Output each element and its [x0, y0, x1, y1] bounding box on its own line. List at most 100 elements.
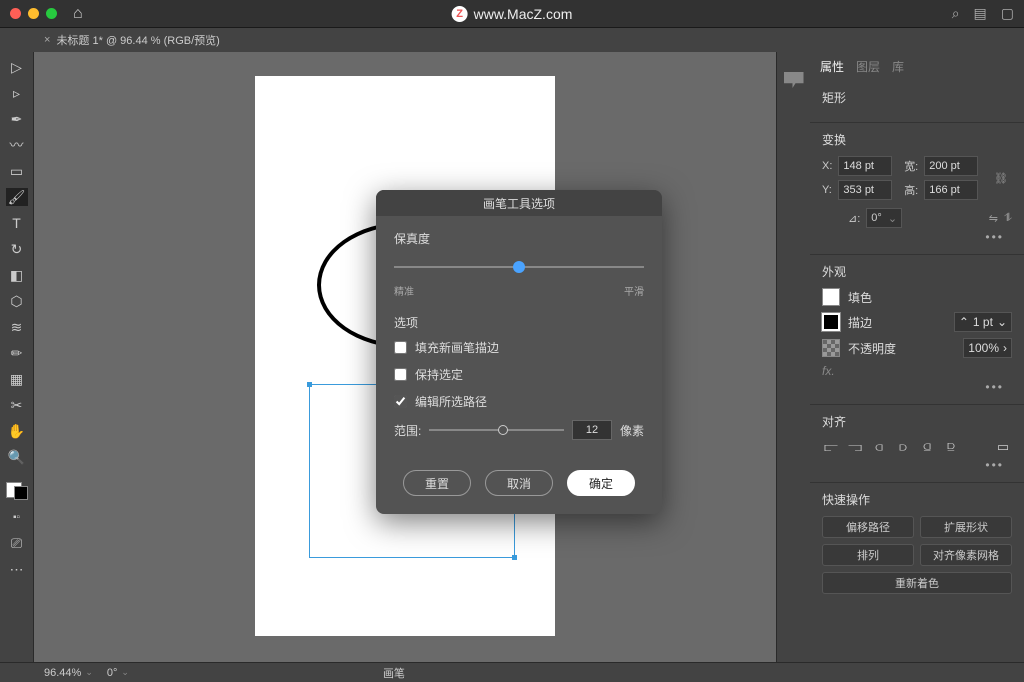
opacity-label: 不透明度	[848, 340, 896, 357]
search-icon[interactable]: ⌕	[952, 5, 960, 22]
qa-offset-path[interactable]: 偏移路径	[822, 516, 914, 538]
h-input[interactable]	[924, 180, 978, 200]
home-icon[interactable]: ⌂	[73, 5, 83, 23]
quick-actions-title: 快速操作	[822, 491, 1012, 508]
x-input[interactable]	[838, 156, 892, 176]
cancel-button[interactable]: 取消	[485, 470, 553, 496]
qa-align-pixel[interactable]: 对齐像素网格	[920, 544, 1012, 566]
stroke-label: 描边	[848, 314, 872, 331]
maximize-window[interactable]	[46, 8, 57, 19]
paintbrush-tool[interactable]: 🖌	[6, 188, 28, 206]
y-input[interactable]	[838, 180, 892, 200]
fidelity-slider[interactable]	[394, 255, 644, 279]
width-tool[interactable]: ≋	[6, 318, 28, 336]
qa-recolor[interactable]: 重新着色	[822, 572, 1012, 594]
shape-type-label: 矩形	[822, 89, 1012, 106]
link-wh-icon[interactable]: ⛓	[990, 172, 1012, 185]
opacity-select[interactable]: 100% ›	[963, 338, 1012, 358]
panel-tabs: 属性 图层 库	[810, 52, 1024, 81]
align-bottom-icon[interactable]: ⫒	[942, 438, 960, 456]
flip-h-icon[interactable]: ⇋	[989, 212, 998, 225]
opt-fill-new-strokes[interactable]: 填充新画笔描边	[394, 339, 644, 356]
reset-button[interactable]: 重置	[403, 470, 471, 496]
direct-selection-tool[interactable]: ▹	[6, 84, 28, 102]
tab-layers[interactable]: 图层	[856, 58, 880, 75]
angle-select[interactable]: 0° ⌄	[866, 208, 902, 228]
transform-title: 变换	[822, 131, 1012, 148]
align-title: 对齐	[822, 413, 1012, 430]
opt-keep-selected[interactable]: 保持选定	[394, 366, 644, 383]
close-window[interactable]	[10, 8, 21, 19]
align-left-icon[interactable]: ⫍	[822, 438, 840, 456]
range-input[interactable]	[572, 420, 612, 440]
appearance-title: 外观	[822, 263, 1012, 280]
status-tool-label: 画笔	[383, 665, 405, 681]
arrange-icon[interactable]: ▤	[974, 5, 987, 22]
brush-options-dialog: 画笔工具选项 保真度 精准 平滑 选项 填充新画笔描边 保持选定 编辑所选路径 …	[376, 190, 662, 514]
angle-label: ⊿:	[848, 212, 860, 225]
hand-tool[interactable]: ✋	[6, 422, 28, 440]
options-label: 选项	[394, 314, 644, 331]
zoom-tool[interactable]: 🔍	[6, 448, 28, 466]
gradient-tool[interactable]: ▦	[6, 370, 28, 388]
align-to-icon[interactable]: ▭	[994, 438, 1012, 456]
opacity-swatch[interactable]	[822, 339, 840, 357]
qa-expand-shape[interactable]: 扩展形状	[920, 516, 1012, 538]
align-top-icon[interactable]: ⫐	[894, 438, 912, 456]
more-transform-icon[interactable]: •••	[822, 228, 1012, 246]
range-unit: 像素	[620, 422, 644, 439]
macz-logo: Z	[452, 6, 468, 22]
fidelity-left-label: 精准	[394, 283, 414, 298]
range-slider[interactable]	[429, 429, 564, 431]
y-label: Y:	[822, 184, 832, 196]
fill-label: 填色	[848, 289, 872, 306]
qa-arrange[interactable]: 排列	[822, 544, 914, 566]
fidelity-right-label: 平滑	[624, 283, 644, 298]
tab-close-icon[interactable]: ×	[44, 34, 50, 46]
pen-tool[interactable]: ✒	[6, 110, 28, 128]
scissors-tool[interactable]: ✂	[6, 396, 28, 414]
minimize-window[interactable]	[28, 8, 39, 19]
h-label: 高:	[904, 182, 918, 198]
fill-swatch[interactable]	[822, 288, 840, 306]
document-tab[interactable]: 未标题 1* @ 96.44 % (RGB/预览)	[56, 32, 219, 48]
align-right-icon[interactable]: ⫏	[870, 438, 888, 456]
flip-v-icon[interactable]: ⥮	[1004, 212, 1012, 225]
more-align-icon[interactable]: •••	[822, 456, 1012, 474]
zoom-level[interactable]: 96.44%⌄	[44, 667, 93, 679]
eyedropper-tool[interactable]: ✏	[6, 344, 28, 362]
align-hcenter-icon[interactable]: ⫎	[846, 438, 864, 456]
range-label: 范围:	[394, 422, 421, 439]
title-url: Z www.MacZ.com	[452, 6, 573, 22]
screen-mode-icon[interactable]: ⎚	[6, 534, 28, 552]
more-appearance-icon[interactable]: •••	[822, 378, 1012, 396]
ok-button[interactable]: 确定	[567, 470, 635, 496]
stroke-weight-select[interactable]: ⌃ 1 pt ⌄	[954, 312, 1012, 332]
w-label: 宽:	[904, 158, 918, 174]
eraser-tool[interactable]: ◧	[6, 266, 28, 284]
collapsed-panel-dock[interactable]	[776, 52, 810, 662]
tab-properties[interactable]: 属性	[820, 58, 844, 75]
workspace-icon[interactable]: ▢	[1001, 5, 1014, 22]
fidelity-label: 保真度	[394, 230, 644, 247]
rotation-angle[interactable]: 0°⌄	[107, 667, 129, 679]
color-mode-icon[interactable]: ▪▫	[6, 508, 28, 526]
fill-stroke-swatch[interactable]	[6, 482, 28, 500]
edit-toolbar-icon[interactable]: ⋯	[6, 560, 28, 578]
align-vcenter-icon[interactable]: ⫑	[918, 438, 936, 456]
shape-builder-tool[interactable]: ⬡	[6, 292, 28, 310]
type-tool[interactable]: T	[6, 214, 28, 232]
stroke-swatch[interactable]	[822, 313, 840, 331]
tab-libraries[interactable]: 库	[892, 58, 904, 75]
dialog-title: 画笔工具选项	[376, 190, 662, 216]
w-input[interactable]	[924, 156, 978, 176]
rectangle-tool[interactable]: ▭	[6, 162, 28, 180]
curvature-tool[interactable]: 〰	[6, 136, 28, 154]
comments-icon[interactable]	[784, 72, 804, 88]
fx-label[interactable]: fx.	[822, 364, 1012, 378]
rotate-tool[interactable]: ↻	[6, 240, 28, 258]
x-label: X:	[822, 160, 832, 172]
opt-edit-selected-paths[interactable]: 编辑所选路径	[394, 393, 644, 410]
selection-tool[interactable]: ▷	[6, 58, 28, 76]
toolbar: ▷ ▹ ✒ 〰 ▭ 🖌 T ↻ ◧ ⬡ ≋ ✏ ▦ ✂ ✋ 🔍 ▪▫ ⎚ ⋯	[0, 52, 34, 662]
